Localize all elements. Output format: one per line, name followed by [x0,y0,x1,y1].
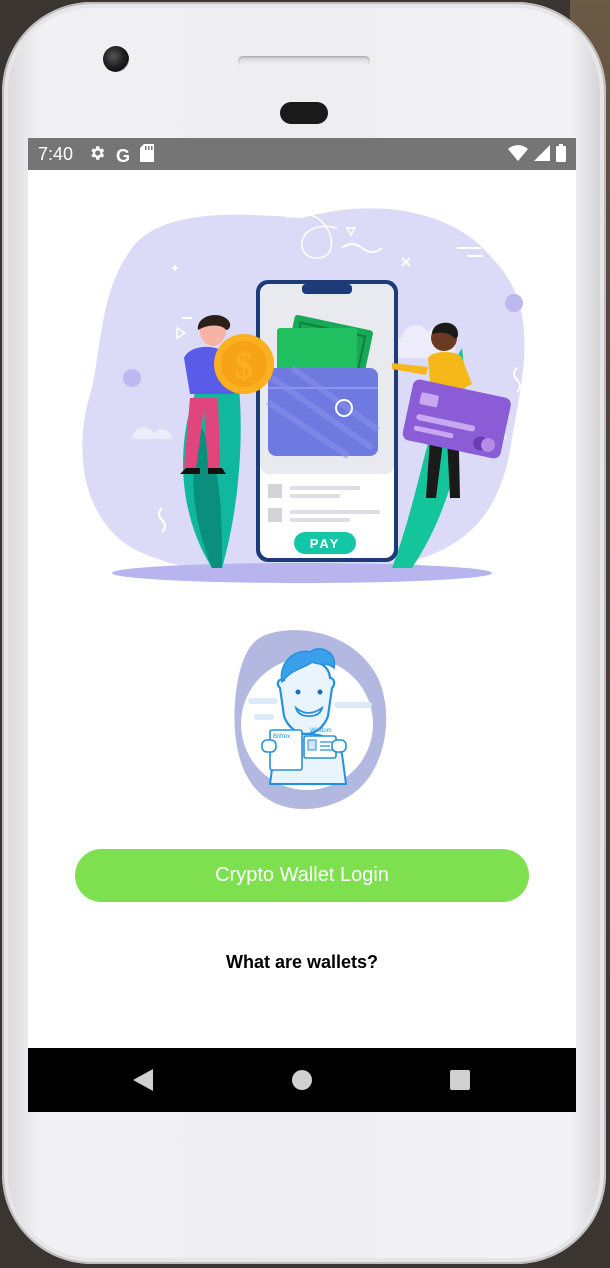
home-icon[interactable] [288,1066,316,1094]
sd-card-icon [140,144,155,167]
pay-label: PAY [310,536,341,551]
earpiece-speaker [238,56,370,66]
status-time: 7:40 [38,144,74,164]
avatar-card-label-1: Bitfrex [273,734,290,740]
battery-icon [556,144,566,167]
crypto-wallet-login-button[interactable]: Crypto Wallet Login [75,849,529,902]
wallet-avatar-icon: Bitfrex Wisdom [234,630,387,810]
front-camera [103,46,129,72]
back-icon[interactable] [130,1066,158,1094]
proximity-sensor [280,102,328,124]
settings-icon [88,144,106,167]
payment-illustration: PAY $ [82,204,525,583]
what-are-wallets-link[interactable]: What are wallets? [28,952,576,973]
signal-icon [534,145,550,166]
avatar-card-label-2: Wisdom [310,728,332,734]
svg-text:$: $ [235,345,254,387]
recents-icon[interactable] [446,1066,474,1094]
google-icon: G [116,145,131,166]
navigation-bar [28,1048,576,1112]
status-bar: 7:40 G [28,138,576,170]
wifi-icon [508,145,528,166]
app-screen: 7:40 G PAY $ Bitfrex Wisdom Crypto Walle… [28,138,576,1112]
